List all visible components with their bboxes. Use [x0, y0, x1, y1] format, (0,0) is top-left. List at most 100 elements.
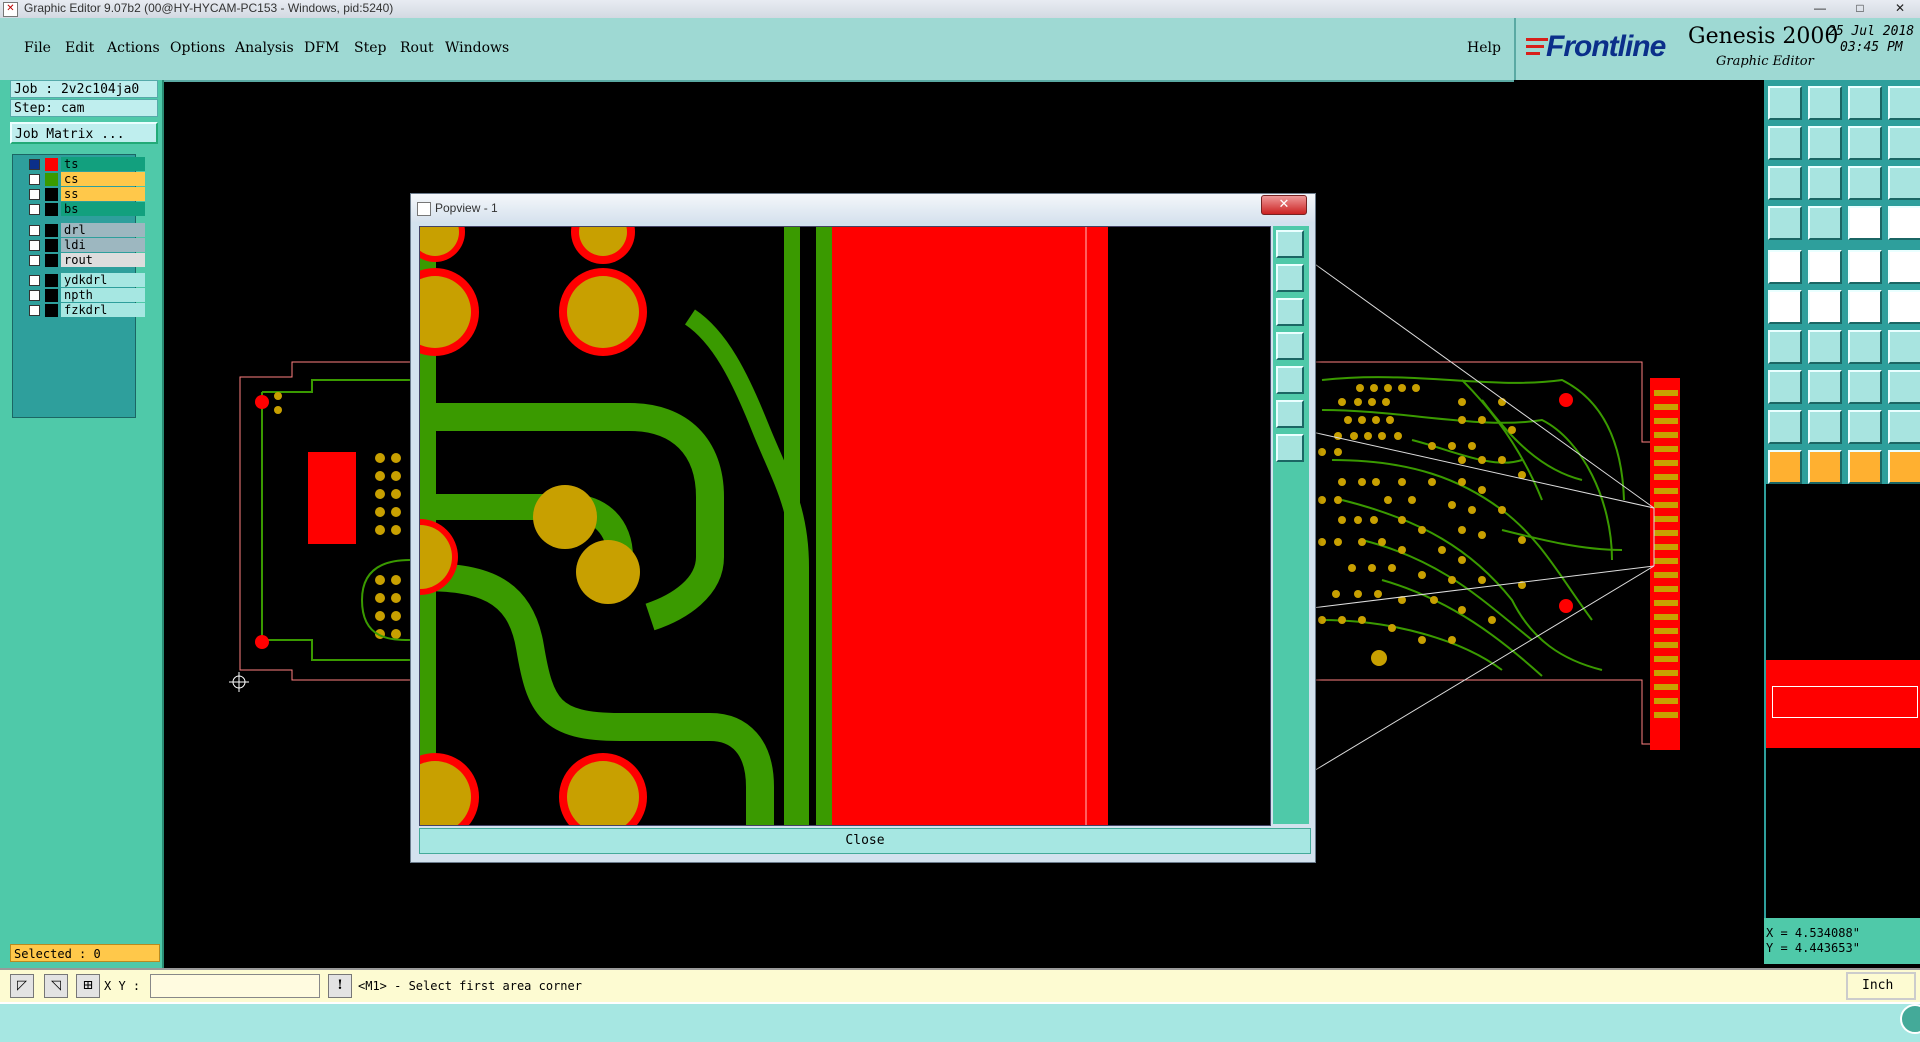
- arc-icon[interactable]: [1848, 330, 1882, 364]
- pointer-icon[interactable]: [1768, 450, 1802, 484]
- layer-checkbox[interactable]: [29, 255, 40, 266]
- layer-name[interactable]: ss: [61, 187, 145, 201]
- layer-row-ts[interactable]: ts: [27, 157, 145, 172]
- layer-name[interactable]: rout: [61, 253, 145, 267]
- layer-checkbox[interactable]: [29, 174, 40, 185]
- grid-icon[interactable]: ⊞: [76, 974, 100, 998]
- add-triangle3-icon[interactable]: [1848, 410, 1882, 444]
- layer-row-ldi[interactable]: ldi: [27, 238, 145, 253]
- grid-toggle-icon[interactable]: [1808, 206, 1842, 240]
- help-icon[interactable]: [1888, 166, 1920, 200]
- angle-icon[interactable]: [1768, 330, 1802, 364]
- layer-color-swatch[interactable]: [45, 188, 58, 201]
- pan-right-icon[interactable]: [1808, 126, 1842, 160]
- layer-color-swatch[interactable]: [45, 173, 58, 186]
- connect-icon[interactable]: [1848, 370, 1882, 404]
- layer-row-cs[interactable]: cs: [27, 172, 145, 187]
- layer-name[interactable]: bs: [61, 202, 145, 216]
- layer-checkbox[interactable]: [29, 225, 40, 236]
- menu-help[interactable]: Help: [1467, 40, 1501, 56]
- move-icon[interactable]: [1848, 290, 1882, 324]
- overview-viewport[interactable]: [1772, 686, 1918, 718]
- layer-checkbox[interactable]: [29, 290, 40, 301]
- pan-left-icon[interactable]: [1768, 126, 1802, 160]
- layer-name[interactable]: drl: [61, 223, 145, 237]
- popview-close-button[interactable]: Close: [419, 828, 1311, 854]
- overview-map[interactable]: [1764, 484, 1920, 918]
- measure-icon[interactable]: ◹: [44, 974, 68, 998]
- layer-name[interactable]: npth: [61, 288, 145, 302]
- menu-rout[interactable]: Rout: [400, 40, 434, 56]
- job-matrix-button[interactable]: Job Matrix ...: [10, 122, 158, 144]
- popview-zoom-in-icon[interactable]: [1276, 264, 1304, 292]
- add-triangle4-icon[interactable]: [1888, 410, 1920, 444]
- zoom-fit-icon[interactable]: [1888, 126, 1920, 160]
- menu-options[interactable]: Options: [170, 40, 225, 56]
- popview-zoom-window-icon[interactable]: [1276, 230, 1304, 258]
- layer-name[interactable]: ydkdrl: [61, 273, 145, 287]
- layer-checkbox[interactable]: [29, 305, 40, 316]
- point-icon[interactable]: [1768, 250, 1802, 284]
- pointer2-icon[interactable]: [1808, 450, 1842, 484]
- layer-row-drl[interactable]: drl: [27, 223, 145, 238]
- layer-row-ss[interactable]: ss: [27, 187, 145, 202]
- minimize-button[interactable]: —: [1800, 0, 1840, 17]
- layer-red-icon[interactable]: [1848, 206, 1882, 240]
- menu-step[interactable]: Step: [354, 40, 386, 56]
- connect2-icon[interactable]: [1888, 370, 1920, 404]
- popview-pan-icon[interactable]: [1276, 332, 1304, 360]
- zoom-window-icon[interactable]: [1768, 166, 1802, 200]
- measure-icon[interactable]: [1808, 250, 1842, 284]
- popview-home-icon[interactable]: [1276, 366, 1304, 394]
- layer-checkbox[interactable]: [29, 204, 40, 215]
- layer-name[interactable]: ts: [61, 157, 145, 171]
- layer-color-swatch[interactable]: [45, 224, 58, 237]
- menu-edit[interactable]: Edit: [65, 40, 94, 56]
- menu-windows[interactable]: Windows: [445, 40, 509, 56]
- layer-row-npth[interactable]: npth: [27, 288, 145, 303]
- layer-color-swatch[interactable]: [45, 239, 58, 252]
- menu-actions[interactable]: Actions: [107, 40, 160, 56]
- maximize-button[interactable]: □: [1840, 0, 1880, 17]
- layer-color-swatch[interactable]: [45, 203, 58, 216]
- layer-red2-icon[interactable]: [1888, 206, 1920, 240]
- menu-file[interactable]: File: [24, 40, 51, 56]
- menu-dfm[interactable]: DFM: [304, 40, 339, 56]
- layer-row-fzkdrl[interactable]: fzkdrl: [27, 303, 145, 318]
- layer-checkbox[interactable]: [29, 159, 40, 170]
- ruler-icon[interactable]: [1848, 250, 1882, 284]
- layer-color-swatch[interactable]: [45, 289, 58, 302]
- alert-icon[interactable]: !: [328, 974, 352, 998]
- circle-icon[interactable]: [1888, 250, 1920, 284]
- delete-line-icon[interactable]: [1808, 370, 1842, 404]
- zoom-1-2-icon[interactable]: [1848, 166, 1882, 200]
- rotate-icon[interactable]: [1848, 450, 1882, 484]
- add-triangle2-icon[interactable]: [1808, 410, 1842, 444]
- layer-row-rout[interactable]: rout: [27, 253, 145, 268]
- select-pad-icon[interactable]: [1768, 290, 1802, 324]
- popview-canvas[interactable]: [419, 226, 1271, 826]
- close-window-button[interactable]: ✕: [1880, 0, 1920, 17]
- layer-name[interactable]: cs: [61, 172, 145, 186]
- layer-checkbox[interactable]: [29, 189, 40, 200]
- layer-row-bs[interactable]: bs: [27, 202, 145, 217]
- popview-close-icon[interactable]: ✕: [1261, 195, 1307, 215]
- layer-color-swatch[interactable]: [45, 158, 58, 171]
- line-icon[interactable]: [1808, 330, 1842, 364]
- layer-color-swatch[interactable]: [45, 274, 58, 287]
- popview-fit-icon[interactable]: [1276, 400, 1304, 428]
- menu-analysis[interactable]: Analysis: [235, 40, 294, 56]
- layer-row-ydkdrl[interactable]: ydkdrl: [27, 273, 145, 288]
- arc2-icon[interactable]: [1888, 330, 1920, 364]
- add-triangle-icon[interactable]: [1768, 410, 1802, 444]
- snap-icon[interactable]: ◸: [10, 974, 34, 998]
- move2-icon[interactable]: [1888, 290, 1920, 324]
- layer-name[interactable]: ldi: [61, 238, 145, 252]
- popview-center-icon[interactable]: [1276, 434, 1304, 462]
- cross-icon[interactable]: [1808, 290, 1842, 324]
- layer-checkbox[interactable]: [29, 240, 40, 251]
- popview-zoom-out-icon[interactable]: [1276, 298, 1304, 326]
- scale-1-1-icon[interactable]: [1848, 126, 1882, 160]
- edit-pad-icon[interactable]: [1768, 370, 1802, 404]
- zoom-out-icon[interactable]: [1848, 86, 1882, 120]
